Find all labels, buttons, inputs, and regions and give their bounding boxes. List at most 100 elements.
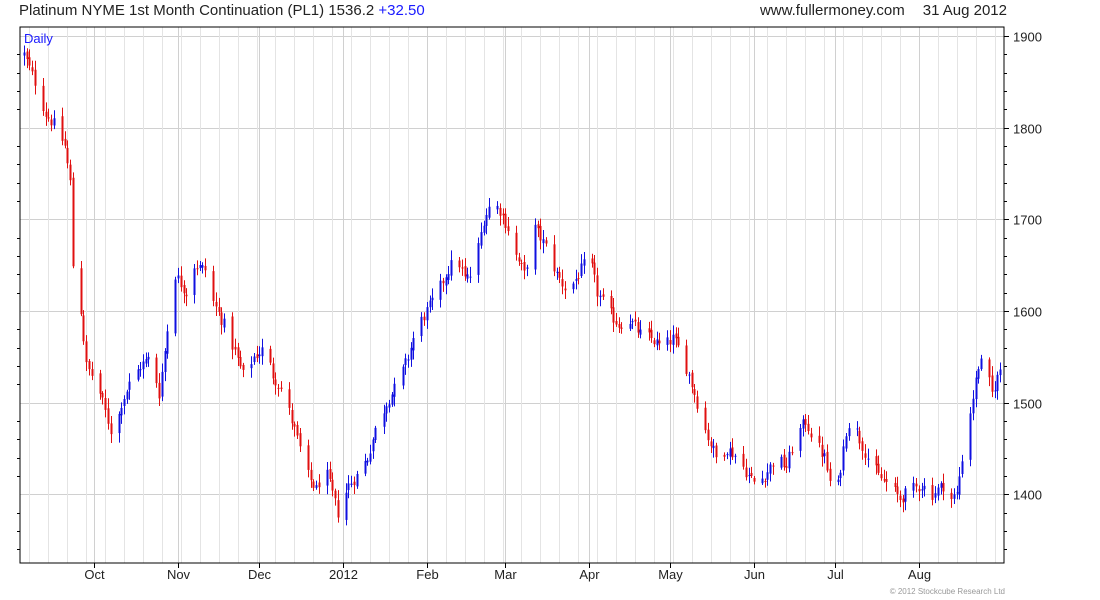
candle-up — [799, 424, 802, 458]
candle-body — [669, 340, 672, 345]
candle-down — [502, 208, 505, 225]
candle-body — [161, 371, 164, 397]
candle-body — [118, 413, 121, 434]
candle-body — [788, 451, 791, 469]
candle-down — [334, 488, 337, 506]
candle-up — [201, 262, 204, 274]
x-tick-label: Aug — [908, 567, 931, 582]
candle-body — [685, 345, 688, 374]
candle-body — [220, 312, 223, 325]
candle-body — [704, 407, 707, 431]
candle-body — [921, 489, 924, 491]
candle-up — [485, 208, 488, 235]
candle-body — [885, 478, 888, 482]
candle-body — [420, 316, 423, 337]
candle-body — [315, 485, 318, 488]
candle-down — [256, 345, 259, 363]
candle-down — [764, 478, 767, 488]
candle-down — [731, 438, 734, 461]
candle-body — [666, 337, 669, 345]
candle-body — [612, 307, 615, 323]
candle-body — [291, 409, 294, 424]
candle-body — [42, 85, 45, 112]
candle-body — [867, 458, 870, 460]
candle-down — [272, 357, 275, 385]
chart-grid — [20, 27, 1004, 563]
candle-down — [804, 413, 807, 432]
candle-body — [277, 387, 280, 389]
candle-up — [142, 354, 145, 379]
candle-body — [545, 240, 548, 244]
candle-down — [47, 108, 50, 122]
candle-up — [769, 462, 772, 482]
candle-body — [845, 436, 848, 449]
candle-body — [504, 213, 507, 228]
candle-down — [693, 383, 696, 403]
candle-body — [431, 297, 434, 301]
candle-down — [28, 49, 31, 71]
candle-up — [469, 266, 472, 283]
candle-body — [634, 319, 637, 322]
candle-body — [234, 346, 237, 350]
candle-down — [45, 102, 48, 126]
candle-down — [553, 235, 556, 277]
candle-down — [69, 159, 72, 186]
candle-down — [204, 258, 207, 278]
y-tick-label: 1700 — [1013, 213, 1042, 228]
candle-down — [742, 446, 745, 470]
candle-up — [837, 475, 840, 486]
candle-body — [883, 479, 886, 481]
candle-down — [810, 427, 813, 442]
candle-body — [269, 348, 272, 363]
candle-up — [326, 462, 329, 495]
candle-up — [580, 254, 583, 278]
candle-body — [329, 469, 332, 479]
candle-up — [961, 454, 964, 478]
candle-down — [558, 266, 561, 283]
candle-up — [404, 353, 407, 375]
candle-body — [50, 119, 53, 126]
candle-up — [999, 362, 1002, 383]
candle-body — [496, 205, 499, 210]
candle-body — [937, 487, 940, 496]
candle-up — [629, 314, 632, 332]
candle-body — [969, 413, 972, 460]
candle-down — [274, 372, 277, 395]
candle-body — [145, 359, 148, 364]
candle-up — [496, 201, 499, 214]
y-tick-label: 1400 — [1013, 488, 1042, 503]
candle-body — [139, 369, 142, 371]
candle-body — [123, 398, 126, 406]
candle-body — [293, 423, 296, 427]
candle-body — [253, 356, 256, 363]
candle-up — [23, 45, 26, 66]
candle-down — [280, 381, 283, 392]
candle-down — [829, 462, 832, 487]
candle-body — [618, 324, 621, 328]
candle-body — [410, 347, 413, 360]
candle-body — [631, 321, 634, 323]
candle-up — [431, 288, 434, 310]
candle-body — [147, 356, 150, 360]
candle-body — [988, 359, 991, 378]
candle-body — [426, 307, 429, 321]
candle-up — [904, 486, 907, 511]
y-tick-label: 1600 — [1013, 305, 1042, 320]
x-tick-label: May — [658, 567, 683, 582]
candle-body — [520, 262, 523, 264]
candle-body — [85, 341, 88, 363]
candle-body — [602, 294, 605, 297]
candle-up — [488, 197, 491, 220]
candle-down — [707, 422, 710, 447]
candle-up — [867, 448, 870, 468]
candle-up — [177, 267, 180, 284]
candle-up — [996, 371, 999, 400]
candle-body — [807, 423, 810, 432]
candle-body — [558, 272, 561, 278]
candle-up — [631, 318, 634, 330]
candle-up — [385, 402, 388, 422]
candle-down — [950, 488, 953, 508]
candle-down — [523, 254, 526, 280]
candle-down — [685, 339, 688, 377]
candle-body — [155, 357, 158, 384]
